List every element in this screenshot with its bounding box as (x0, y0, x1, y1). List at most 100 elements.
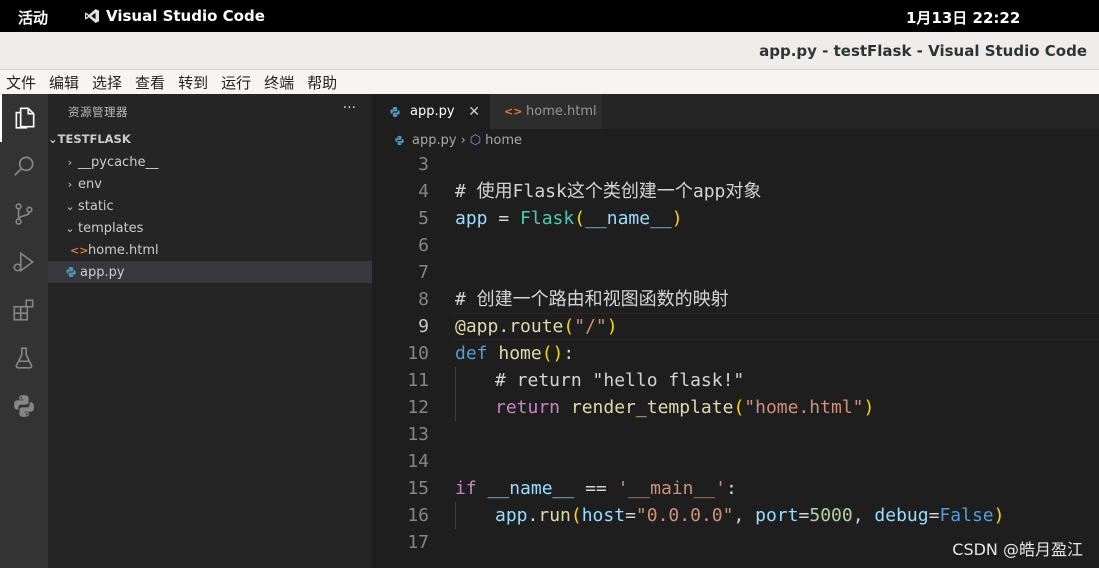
tree-item-app-py[interactable]: app.py (48, 261, 372, 283)
menu-go[interactable]: 转到 (178, 72, 208, 93)
chevron-right-icon: › (67, 155, 73, 169)
activities-button[interactable]: 活动 (18, 7, 48, 28)
breadcrumb: app.py › ⬡ home (372, 129, 1099, 151)
python-file-icon (62, 266, 80, 278)
editor-tabs: app.py ✕ <> home.html (372, 94, 1099, 129)
tab-label: home.html (526, 104, 597, 119)
explorer-sidebar: 资源管理器 ··· ⌄ TESTFLASK › __pycache__ › en… (48, 94, 372, 568)
code-comment: # return "hello flask!" (495, 370, 745, 391)
code-line: 4 # 使用Flask这个类创建一个app对象 (372, 178, 1099, 205)
code-text: return render_template("home.html") (495, 397, 875, 418)
line-number: 3 (418, 154, 429, 175)
app-menu[interactable]: Visual Studio Code (84, 7, 265, 25)
menu-edit[interactable]: 编辑 (49, 72, 79, 93)
breadcrumb-file[interactable]: app.py (412, 133, 457, 148)
line-number: 9 (418, 316, 429, 337)
code-line: 13 (372, 421, 1099, 448)
tree-item-pycache[interactable]: › __pycache__ (48, 151, 372, 173)
code-line: 15 if __name__ == '__main__': (372, 475, 1099, 502)
testing-icon[interactable] (0, 334, 48, 382)
code-editor[interactable]: 3 4 # 使用Flask这个类创建一个app对象 5 app = Flask(… (372, 151, 1099, 568)
tree-item-label: app.py (80, 264, 125, 280)
menu-selection[interactable]: 选择 (92, 72, 122, 93)
tab-home-html[interactable]: <> home.html (490, 94, 602, 129)
folder-name: TESTFLASK (57, 132, 131, 146)
extensions-icon[interactable] (0, 286, 48, 334)
code-line: 7 (372, 259, 1099, 286)
line-number: 12 (407, 397, 429, 418)
chevron-down-icon: ⌄ (65, 199, 75, 213)
tree-item-label: env (78, 176, 102, 192)
line-number: 10 (407, 343, 429, 364)
folder-section-header[interactable]: ⌄ TESTFLASK (48, 128, 372, 150)
window-title: app.py - testFlask - Visual Studio Code (759, 42, 1087, 60)
app-name: Visual Studio Code (106, 7, 265, 25)
code-line: 10 def home(): (372, 340, 1099, 367)
code-comment: # 使用Flask这个类创建一个app对象 (455, 181, 762, 202)
code-line: 11 # return "hello flask!" (372, 367, 1099, 394)
line-number: 4 (418, 181, 429, 202)
python-file-icon (386, 106, 404, 118)
clock[interactable]: 1月13日 22:22 (906, 7, 1020, 28)
menu-terminal[interactable]: 终端 (264, 72, 294, 93)
chevron-right-icon: › (67, 177, 73, 191)
source-control-icon[interactable] (0, 190, 48, 238)
close-icon[interactable]: ✕ (468, 104, 480, 120)
line-number: 16 (407, 505, 429, 526)
tree-item-label: __pycache__ (78, 154, 159, 170)
tree-item-home-html[interactable]: <> home.html (48, 239, 372, 261)
python-icon[interactable] (0, 382, 48, 430)
tree-item-templates[interactable]: ⌄ templates (48, 217, 372, 239)
tree-item-label: home.html (88, 242, 159, 258)
code-line: 3 (372, 151, 1099, 178)
gnome-top-bar: 活动 Visual Studio Code 1月13日 22:22 (0, 0, 1099, 32)
code-line-current: 9 @app.route("/") (372, 313, 1099, 340)
line-number: 13 (407, 424, 429, 445)
more-actions-icon[interactable]: ··· (343, 100, 356, 116)
line-number: 14 (407, 451, 429, 472)
editor-area: app.py ✕ <> home.html app.py › ⬡ home 3 … (372, 94, 1099, 568)
code-line: 12 return render_template("home.html") (372, 394, 1099, 421)
python-file-icon (390, 135, 408, 146)
tree-item-env[interactable]: › env (48, 173, 372, 195)
tree-item-static[interactable]: ⌄ static (48, 195, 372, 217)
code-line: 5 app = Flask(__name__) (372, 205, 1099, 232)
line-number: 11 (407, 370, 429, 391)
chevron-down-icon: ⌄ (48, 132, 58, 146)
line-number: 5 (418, 208, 429, 229)
line-number: 6 (418, 235, 429, 256)
menu-view[interactable]: 查看 (135, 72, 165, 93)
code-text: def home(): (455, 343, 575, 364)
chevron-down-icon: ⌄ (65, 221, 75, 235)
code-text: app = Flask(__name__) (455, 208, 683, 229)
explorer-icon[interactable] (0, 94, 48, 142)
window-title-bar: app.py - testFlask - Visual Studio Code (0, 32, 1099, 70)
search-icon[interactable] (0, 142, 48, 190)
menu-help[interactable]: 帮助 (307, 72, 337, 93)
tab-app-py[interactable]: app.py ✕ (372, 94, 490, 129)
code-line: 8 # 创建一个路由和视图函数的映射 (372, 286, 1099, 313)
tree-item-label: templates (78, 220, 144, 236)
html-file-icon: <> (70, 243, 89, 257)
code-line: 16 app.run(host="0.0.0.0", port=5000, de… (372, 502, 1099, 529)
menu-run[interactable]: 运行 (221, 72, 251, 93)
line-number: 15 (407, 478, 429, 499)
tab-label: app.py (410, 104, 455, 119)
html-file-icon: <> (504, 105, 523, 118)
code-line: 14 (372, 448, 1099, 475)
code-comment: # 创建一个路由和视图函数的映射 (455, 289, 729, 310)
code-text: @app.route("/") (455, 316, 618, 337)
run-debug-icon[interactable] (0, 238, 48, 286)
watermark: CSDN @皓月盈江 (952, 540, 1083, 559)
menu-bar: 文件 编辑 选择 查看 转到 运行 终端 帮助 (0, 70, 1099, 94)
line-number: 8 (418, 289, 429, 310)
code-line: 6 (372, 232, 1099, 259)
breadcrumb-separator: › (460, 132, 466, 148)
line-number: 7 (418, 262, 429, 283)
breadcrumb-symbol[interactable]: home (485, 133, 522, 148)
activity-bar (0, 94, 48, 568)
code-text: app.run(host="0.0.0.0", port=5000, debug… (495, 505, 1005, 526)
explorer-header: 资源管理器 (68, 105, 128, 119)
tree-item-label: static (78, 198, 114, 214)
menu-file[interactable]: 文件 (6, 72, 36, 93)
